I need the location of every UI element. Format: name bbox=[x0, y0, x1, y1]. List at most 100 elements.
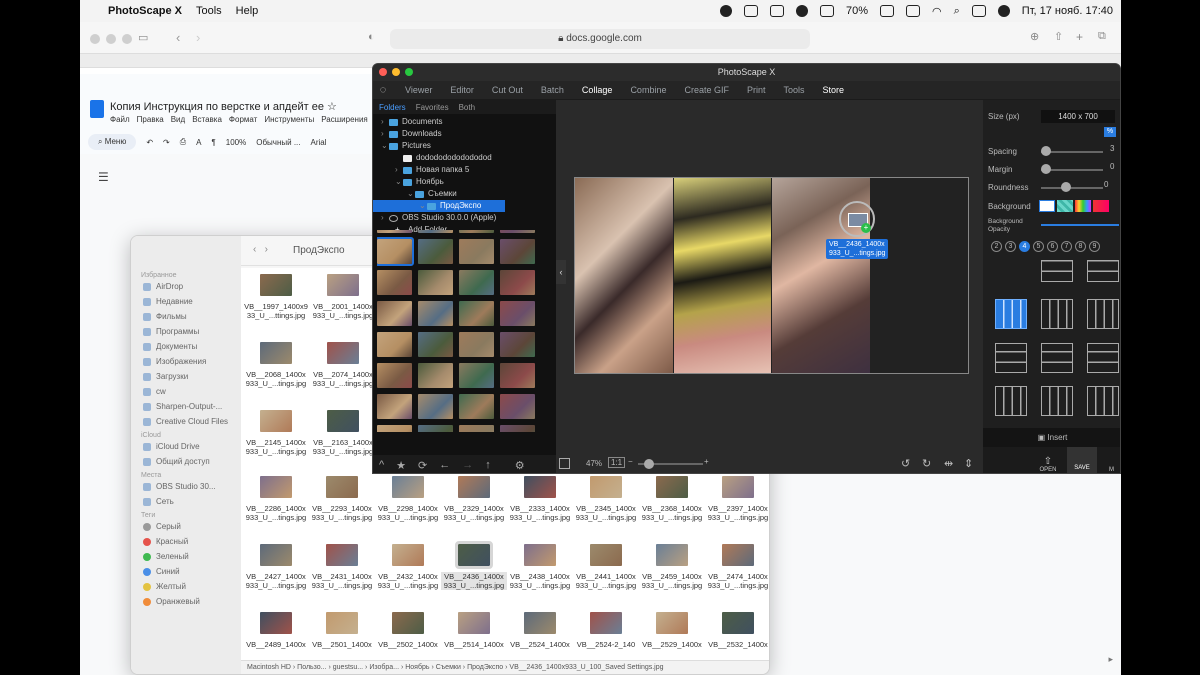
photo-thumbnail[interactable] bbox=[459, 425, 494, 432]
percent-toggle[interactable]: % bbox=[1104, 127, 1116, 137]
file-item[interactable]: VB__2524-2_140 bbox=[573, 608, 639, 668]
bg-opacity-slider[interactable] bbox=[1041, 224, 1119, 226]
file-item[interactable]: VB__2333_1400x 933_U_...tings.jpg bbox=[507, 472, 573, 532]
ps-close-button[interactable] bbox=[379, 68, 387, 76]
file-item[interactable]: VB__2529_1400x bbox=[639, 608, 705, 668]
display-icon[interactable] bbox=[743, 5, 758, 17]
photo-thumbnail[interactable] bbox=[500, 363, 535, 388]
sidebar-item[interactable]: iCloud Drive bbox=[143, 442, 241, 451]
sidebar-item[interactable]: AirDrop bbox=[143, 282, 241, 291]
back-icon[interactable]: ‹ bbox=[176, 30, 180, 45]
tab-folders[interactable]: Folders bbox=[379, 103, 406, 112]
cell-count-option[interactable]: 5 bbox=[1033, 241, 1044, 252]
file-item[interactable]: VB__2329_1400x 933_U_...tings.jpg bbox=[441, 472, 507, 532]
sidebar-item[interactable]: Документы bbox=[143, 342, 241, 351]
rotate-left-icon[interactable]: ↺ bbox=[901, 457, 910, 470]
sidebar-item[interactable]: Оранжевый bbox=[143, 597, 241, 606]
collage-layout-option[interactable] bbox=[1041, 299, 1073, 329]
record-icon[interactable] bbox=[719, 5, 732, 17]
collage-layout-option[interactable] bbox=[995, 386, 1027, 416]
zoom-slider-handle[interactable] bbox=[644, 459, 654, 469]
rotate-right-icon[interactable]: ↻ bbox=[922, 457, 931, 470]
collage-layout-option[interactable] bbox=[1087, 260, 1119, 282]
photo-thumbnail[interactable] bbox=[500, 230, 535, 233]
docs-menu-search[interactable]: ⌕ Меню bbox=[88, 134, 137, 150]
margin-slider-handle[interactable] bbox=[1041, 164, 1051, 174]
collage-layout-option[interactable] bbox=[1041, 260, 1073, 282]
folder-tree-item[interactable]: › Новая папка 5 bbox=[373, 164, 556, 176]
file-item[interactable]: VB__2431_1400x 933_U_...tings.jpg bbox=[309, 540, 375, 600]
docs-menu-format[interactable]: Формат bbox=[229, 115, 257, 124]
up-arrow-icon[interactable]: ↑ bbox=[485, 459, 491, 471]
sidebar-toggle-icon[interactable]: ▭ bbox=[138, 31, 148, 44]
flip-horizontal-icon[interactable]: ⇹ bbox=[944, 457, 953, 470]
photo-thumbnail[interactable] bbox=[377, 270, 412, 295]
zoom-in-icon[interactable]: + bbox=[704, 457, 709, 466]
sidebar-item[interactable]: OBS Studio 30... bbox=[143, 482, 241, 491]
battery-icon[interactable] bbox=[819, 5, 834, 17]
collage-layout-option[interactable] bbox=[1087, 299, 1119, 329]
tab-favorites[interactable]: Favorites bbox=[416, 103, 449, 112]
photo-thumbnail[interactable] bbox=[418, 230, 453, 233]
photo-thumbnail[interactable] bbox=[500, 270, 535, 295]
docs-menu-extensions[interactable]: Расширения bbox=[321, 115, 368, 124]
collage-cell-1[interactable] bbox=[575, 178, 673, 373]
minimize-button[interactable] bbox=[106, 34, 116, 44]
nav-tab-store[interactable]: Store bbox=[823, 85, 845, 95]
outline-icon[interactable]: ☰ bbox=[98, 170, 109, 184]
file-item[interactable]: VB__2145_1400x 933_U_...tings.jpg bbox=[243, 406, 309, 466]
more-button[interactable]: M bbox=[1101, 467, 1120, 473]
menu-help[interactable]: Help bbox=[236, 5, 259, 17]
style-select[interactable]: Обычный ... bbox=[256, 138, 300, 147]
docs-logo-icon[interactable] bbox=[90, 100, 104, 118]
nav-tab-cut-out[interactable]: Cut Out bbox=[492, 85, 523, 95]
docs-menu-tools[interactable]: Инструменты bbox=[264, 115, 314, 124]
cell-count-option[interactable]: 6 bbox=[1047, 241, 1058, 252]
collage-cell-4-empty[interactable] bbox=[871, 178, 968, 373]
nav-tab-batch[interactable]: Batch bbox=[541, 85, 564, 95]
file-item[interactable]: VB__2298_1400x 933_U_...tings.jpg bbox=[375, 472, 441, 532]
file-item[interactable]: VB__2397_1400x 933_U_...tings.jpg bbox=[705, 472, 769, 532]
docs-menu-view[interactable]: Вид bbox=[171, 115, 185, 124]
font-select[interactable]: Arial bbox=[311, 138, 327, 147]
file-item[interactable]: VB__2532_1400x bbox=[705, 608, 769, 668]
tab-both[interactable]: Both bbox=[459, 103, 475, 112]
sidebar-item[interactable]: Недавние bbox=[143, 297, 241, 306]
file-item[interactable]: VB__2293_1400x 933_U_...tings.jpg bbox=[309, 472, 375, 532]
forward-arrow-icon[interactable]: → bbox=[462, 459, 473, 471]
forward-icon[interactable]: › bbox=[196, 30, 200, 45]
zoom-out-icon[interactable]: − bbox=[628, 457, 633, 466]
file-item[interactable]: VB__2436_1400x 933_U_...tings.jpg bbox=[441, 540, 507, 600]
cell-count-option[interactable]: 9 bbox=[1089, 241, 1100, 252]
photo-thumbnail[interactable] bbox=[377, 230, 412, 233]
nav-tab-collage[interactable]: Collage bbox=[582, 85, 613, 95]
photo-thumbnail[interactable] bbox=[377, 363, 412, 388]
size-value-field[interactable]: 1400 x 700 bbox=[1041, 110, 1115, 123]
file-item[interactable]: VB__2459_1400x 933_U_...tings.jpg bbox=[639, 540, 705, 600]
zoom-fit-button[interactable]: 1:1 bbox=[608, 457, 626, 468]
disclosure-chevron-icon[interactable]: › bbox=[381, 116, 389, 128]
file-item[interactable]: VB__2001_1400x 933_U_...tings.jpg bbox=[310, 270, 376, 330]
folder-tree-item[interactable]: ⌄ ПродЭкспо bbox=[373, 200, 505, 212]
docs-menu-file[interactable]: Файл bbox=[110, 115, 130, 124]
file-item[interactable]: VB__2432_1400x 933_U_...tings.jpg bbox=[375, 540, 441, 600]
cloud-icon[interactable] bbox=[769, 5, 784, 17]
bg-white-swatch[interactable] bbox=[1039, 200, 1055, 212]
collage-cell-2[interactable] bbox=[674, 178, 771, 373]
photo-thumbnail[interactable] bbox=[459, 332, 494, 357]
zoom-select[interactable]: 100% bbox=[226, 138, 246, 147]
nav-tab-combine[interactable]: Combine bbox=[630, 85, 666, 95]
file-item[interactable]: VB__2345_1400x 933_U_...tings.jpg bbox=[573, 472, 639, 532]
file-item[interactable]: VB__2163_1400x 933_U_...tings.jpg bbox=[310, 406, 376, 466]
nav-tab-create-gif[interactable]: Create GIF bbox=[684, 85, 729, 95]
wifi-icon[interactable]: ◠ bbox=[932, 5, 942, 18]
print-icon[interactable]: ⎙ bbox=[180, 137, 186, 147]
menu-app-name[interactable]: PhotoScape X bbox=[108, 5, 182, 17]
flip-vertical-icon[interactable]: ⇕ bbox=[964, 457, 973, 470]
refresh-icon[interactable]: ⟳ bbox=[418, 459, 427, 472]
sidebar-item[interactable]: Creative Cloud Files bbox=[143, 417, 241, 426]
doc-title[interactable]: Копия Инструкция по верстке и апдейт ее … bbox=[110, 100, 337, 113]
docs-menu-insert[interactable]: Вставка bbox=[192, 115, 222, 124]
nav-tab-editor[interactable]: Editor bbox=[450, 85, 474, 95]
page-scroll-handle[interactable]: ▸ bbox=[1108, 654, 1113, 665]
